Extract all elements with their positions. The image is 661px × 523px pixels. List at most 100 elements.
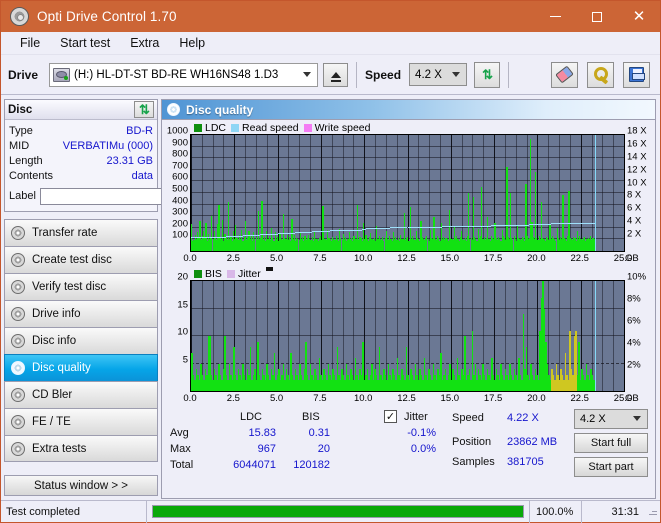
disc-type-value: BD-R [126,124,153,137]
samples-label: Samples [452,456,495,468]
sidebar-item-cd-bler[interactable]: CD Bler [4,381,158,408]
legend-swatch-write-speed [303,123,312,132]
start-full-button[interactable]: Start full [574,433,648,453]
y2-tick-label: 6% [627,315,641,327]
y2-tick-label: 10 X [627,177,647,189]
legend-label: LDC [205,121,227,134]
start-part-button[interactable]: Start part [574,457,648,477]
bis-x-axis-pad-right [625,392,653,406]
grid-line-vertical [580,135,582,251]
x-tick-label: 7.5 [313,253,327,264]
grid-line-vertical [569,135,571,251]
disc-contents-value: data [131,169,153,182]
chevron-down-icon [633,416,641,421]
test-speed-select[interactable]: 4.2 X [574,409,648,429]
sidebar-item-verify-test-disc[interactable]: Verify test disc [4,273,158,300]
grid-line-vertical [613,135,615,251]
y2-tick-label: 12 X [627,164,647,176]
toolbar-divider-1 [356,61,358,88]
menu-item-extra[interactable]: Extra [120,34,169,52]
disc-icon [11,226,25,240]
drive-label: Drive [8,67,39,82]
bis-x-axis: 0.0 2.5 5.0 7.5 10.0 12.5 15.0 17.5 20.0 22.5 25.0… [183,392,638,406]
maximize-button[interactable] [576,1,618,32]
erase-button[interactable] [551,61,578,88]
eject-button[interactable] [323,62,349,87]
close-button[interactable]: ✕ [618,1,660,32]
chevron-down-icon [452,71,461,77]
x-tick-label: 22.5 [570,253,589,264]
read-speed-line [459,226,477,228]
disc-icon [11,388,25,402]
menu-bar: File Start test Extra Help [1,32,660,55]
resize-grip-icon[interactable] [646,506,658,518]
stats-max-ldc: 967 [257,443,276,455]
sidebar-label: Create test disc [32,254,112,266]
sidebar-item-create-test-disc[interactable]: Create test disc [4,246,158,273]
disc-length-value: 23.31 GB [106,154,153,167]
stats-max-bis: 20 [317,443,330,455]
drive-select[interactable]: (H:) HL-DT-ST BD-RE WH16NS48 1.D3 [49,62,319,87]
legend-bis: BIS [194,268,222,280]
read-speed-line [424,226,443,228]
disc-length-label: Length [9,154,43,167]
y-tick-label: 700 [172,160,188,172]
jitter-checkbox[interactable]: ✓ [384,410,397,423]
menu-item-file[interactable]: File [10,34,50,52]
eraser-icon [555,65,574,84]
save-button[interactable] [623,61,650,88]
sidebar-item-extra-tests[interactable]: Extra tests [4,435,158,462]
tools-button[interactable] [587,61,614,88]
x-tick-label: 20.0 [527,393,546,404]
y-tick-label: 5 [182,354,188,365]
ldc-y-axis-left: 100 200 300 400 500 600 700 800 900 1000 [164,126,190,252]
x-tick-label: 2.5 [226,393,240,404]
disc-panel: Disc ⇅ Type BD-R MID VERBATIMu (000) Len… [4,99,239,212]
stats-row-max-label: Max [170,443,191,455]
eject-icon [330,71,341,82]
stats-avg-ldc: 15.83 [248,427,276,439]
window-title: Opti Drive Control 1.70 [37,9,177,24]
drive-select-value: (H:) HL-DT-ST BD-RE WH16NS48 1.D3 [74,68,279,81]
read-speed-line [365,227,391,229]
status-window-button[interactable]: Status window > > [4,475,158,496]
read-speed-line [572,222,595,224]
sidebar-item-drive-info[interactable]: Drive info [4,300,158,327]
speed-readout-label: Speed [452,412,484,424]
disc-quality-icon [167,103,180,116]
sidebar-item-transfer-rate[interactable]: Transfer rate [4,219,158,246]
legend-marker-icon [265,267,273,271]
read-speed-line [294,231,313,233]
minimize-button[interactable] [534,1,576,32]
disc-panel-header: Disc ⇅ [5,100,157,120]
bis-chart-row: 5 10 15 20 2% 4% 6% 8% 10% [164,272,653,392]
refresh-icon: ⇅ [139,101,150,117]
toolbar-divider-2 [508,61,510,88]
read-speed-line [551,223,573,225]
y2-tick-label: 2% [627,359,641,371]
disc-refresh-button[interactable]: ⇅ [134,101,154,118]
jitter-label: Jitter [404,411,428,423]
disc-icon [11,441,25,456]
y2-tick-label: 8 X [627,189,642,201]
disc-icon [11,253,25,267]
sidebar-item-fe-te[interactable]: FE / TE [4,408,158,435]
y-tick-label: 300 [172,206,188,218]
grid-line-vertical [483,135,485,251]
stats-row-total-label: Total [170,459,194,471]
app-window: Opti Drive Control 1.70 ✕ File Start tes… [0,0,661,523]
menu-item-start-test[interactable]: Start test [50,34,120,52]
speed-select[interactable]: 4.2 X [409,63,468,86]
y-tick-label: 100 [172,229,188,241]
read-speed-line [242,234,261,236]
read-speed-line [312,231,330,232]
wrench-icon [593,67,609,82]
x-tick-label: 17.5 [483,393,503,404]
sidebar-item-disc-quality[interactable]: Disc quality [4,354,158,381]
legend-swatch-bis [194,269,202,278]
menu-item-help[interactable]: Help [169,34,215,52]
sidebar-item-disc-info[interactable]: Disc info [4,327,158,354]
refresh-drive-button[interactable]: ⇅ [474,61,501,88]
disc-icon [11,361,25,375]
